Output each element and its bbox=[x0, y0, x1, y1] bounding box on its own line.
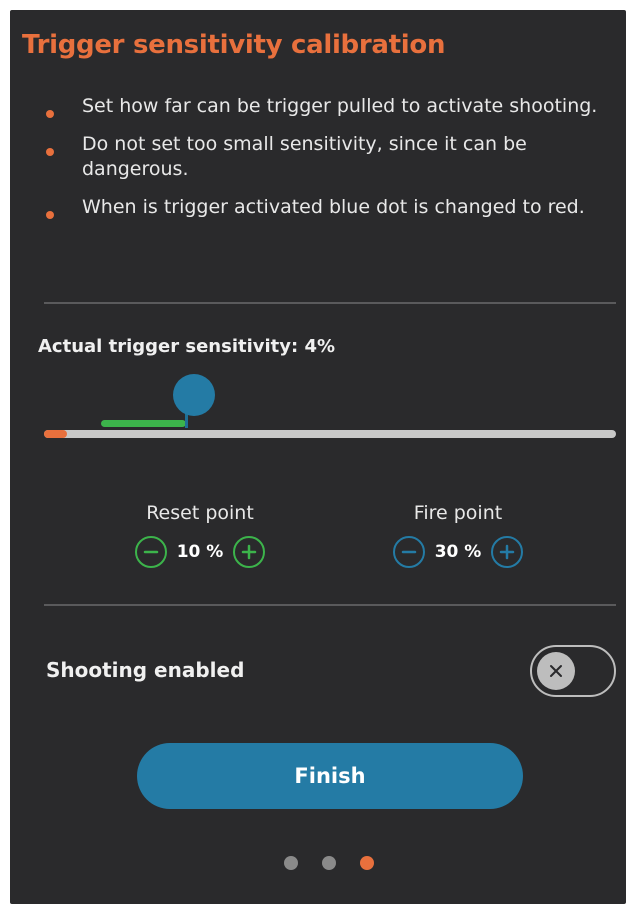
bullet-icon bbox=[46, 110, 54, 118]
fire-point-stepper: 30 % bbox=[358, 536, 558, 568]
sensitivity-track bbox=[44, 430, 616, 438]
plus-circle-icon bbox=[500, 544, 515, 560]
finish-button[interactable]: Finish bbox=[137, 743, 523, 809]
instruction-list: Set how far can be trigger pulled to act… bbox=[42, 94, 622, 233]
instruction-item: Do not set too small sensitivity, since … bbox=[42, 132, 622, 182]
calibration-panel: Trigger sensitivity calibration Set how … bbox=[10, 10, 626, 904]
plus-circle-icon bbox=[242, 544, 257, 560]
instruction-text: Do not set too small sensitivity, since … bbox=[82, 133, 527, 180]
bullet-icon bbox=[46, 211, 54, 219]
fire-point-handle[interactable] bbox=[172, 374, 215, 416]
page-dot-3[interactable] bbox=[360, 856, 374, 870]
fire-point-control: Fire point 30 % bbox=[358, 502, 558, 568]
instruction-item: Set how far can be trigger pulled to act… bbox=[42, 94, 622, 119]
sensitivity-label: Actual trigger sensitivity: 4% bbox=[38, 336, 336, 357]
bullet-icon bbox=[46, 148, 54, 156]
reset-increment-button[interactable] bbox=[233, 536, 266, 568]
reset-point-stepper: 10 % bbox=[100, 536, 300, 568]
shooting-enabled-toggle[interactable] bbox=[530, 645, 616, 697]
fire-point-label: Fire point bbox=[413, 502, 503, 524]
reset-point-control: Reset point 10 % bbox=[100, 502, 300, 568]
shooting-enabled-label: Shooting enabled bbox=[46, 658, 245, 682]
page-title: Trigger sensitivity calibration bbox=[22, 30, 446, 60]
close-icon bbox=[550, 665, 562, 677]
page-indicator bbox=[284, 856, 398, 870]
fire-decrement-button[interactable] bbox=[392, 536, 425, 568]
toggle-knob bbox=[537, 652, 575, 690]
fire-increment-button[interactable] bbox=[491, 536, 524, 568]
minus-circle-icon bbox=[143, 550, 158, 554]
page-dot-1[interactable] bbox=[284, 856, 298, 870]
divider bbox=[44, 302, 616, 304]
reset-decrement-button[interactable] bbox=[134, 536, 167, 568]
minus-circle-icon bbox=[401, 550, 416, 554]
reset-point-marker[interactable] bbox=[101, 420, 186, 427]
instruction-text: When is trigger activated blue dot is ch… bbox=[82, 196, 585, 218]
reset-point-value: 10 % bbox=[176, 542, 224, 562]
actual-sensitivity-fill bbox=[44, 430, 67, 438]
instruction-text: Set how far can be trigger pulled to act… bbox=[82, 95, 598, 117]
fire-point-value: 30 % bbox=[434, 542, 482, 562]
instruction-item: When is trigger activated blue dot is ch… bbox=[42, 195, 622, 220]
reset-point-label: Reset point bbox=[146, 502, 254, 524]
page-dot-2[interactable] bbox=[322, 856, 336, 870]
divider bbox=[44, 604, 616, 606]
